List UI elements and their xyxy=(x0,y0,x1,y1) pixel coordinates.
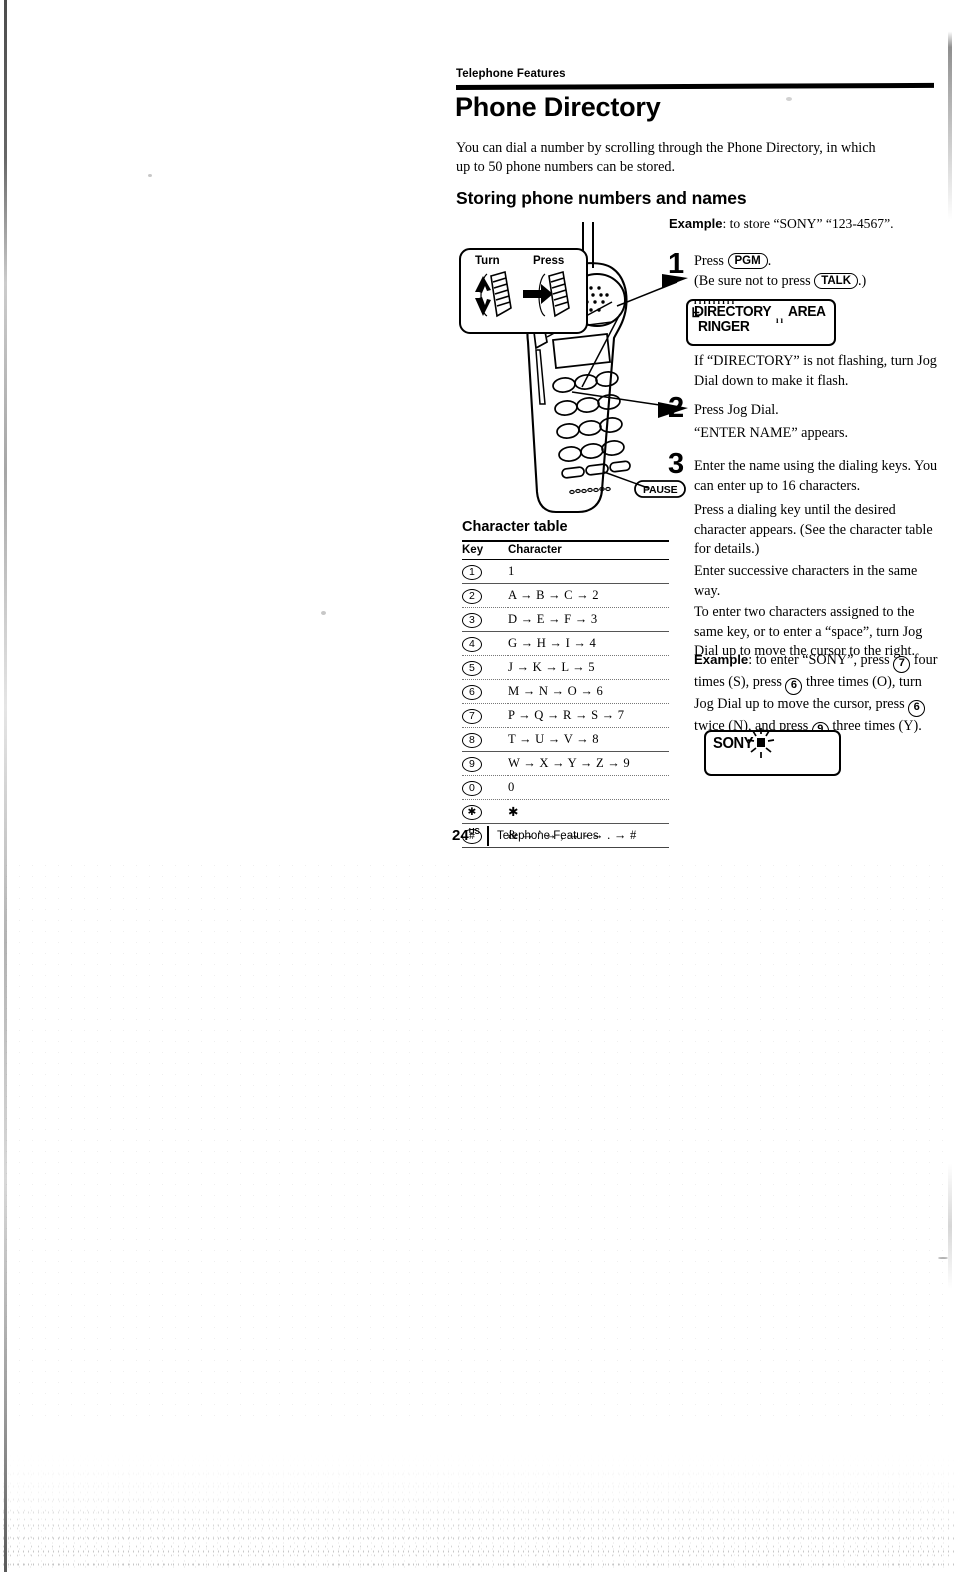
table-row: 00 xyxy=(462,776,669,800)
char-cell-star: ✱ xyxy=(508,804,519,819)
character-table-header-row: Key Character xyxy=(462,541,669,560)
step-1-note: If “DIRECTORY” is not flashing, turn Jog… xyxy=(694,353,937,389)
step-3-line1: Enter the name using the dialing keys. Y… xyxy=(694,458,938,494)
table-row: 8 T → U → V → 8 xyxy=(462,728,669,752)
key-cell-4: 4 xyxy=(462,636,482,652)
folio-superscript: US xyxy=(468,827,480,836)
key-6-circle-a: 6 xyxy=(785,678,803,695)
table-row: 11 xyxy=(462,560,669,584)
key-cell-7: 7 xyxy=(462,708,482,724)
column-header-key: Key xyxy=(462,544,484,556)
press-arrow xyxy=(523,284,553,304)
lcd-word-area: AREA xyxy=(788,303,826,320)
running-head: Telephone Features xyxy=(456,68,566,80)
char-cell-5: J → K → L → 5 xyxy=(508,660,595,674)
key-cell-0: 0 xyxy=(462,780,482,796)
step-1-line1-pre: Press xyxy=(694,253,728,269)
table-row: 6 M → N → O → 6 xyxy=(462,680,669,704)
step-1-number: 1 xyxy=(668,248,685,280)
scan-smudge xyxy=(786,97,792,101)
section-heading: Storing phone numbers and names xyxy=(456,188,747,208)
example-line: Example: to store “SONY” “123-4567”. xyxy=(669,216,894,232)
step-3-number: 3 xyxy=(668,448,685,480)
step-1-line2-post: .) xyxy=(858,272,867,289)
folio-number: 24US xyxy=(452,827,480,844)
jog-dial-callout: Turn Press xyxy=(459,248,588,334)
example-block-part5: three times (Y). xyxy=(828,718,922,734)
lcd-directory-display: ııııııııı DIRECTORY AREA RINGER ᖶ ıı xyxy=(686,296,836,346)
key-cell-3: 3 xyxy=(462,612,482,628)
flash-mark-left: ᖶ xyxy=(692,305,701,320)
example-text: : to store “SONY” “123-4567”. xyxy=(722,216,894,231)
scan-noise-bottom xyxy=(0,1452,954,1572)
table-row: 2 A → B → C → 2 xyxy=(462,584,669,608)
char-cell-9: W → X → Y → Z → 9 xyxy=(508,756,630,770)
table-row: 9 W → X → Y → Z → 9 xyxy=(462,752,669,776)
key-cell-2: 2 xyxy=(462,588,482,604)
keypad xyxy=(552,371,631,479)
callout-press-label: Press xyxy=(533,255,565,267)
lcd-word-ringer: RINGER xyxy=(698,318,750,335)
step-2-line1: Press Jog Dial. xyxy=(694,402,779,418)
step-1-line2-pre: (Be sure not to press xyxy=(694,272,815,289)
table-row: 3 D → E → F → 3 xyxy=(462,608,669,632)
example-block: Example: to enter “SONY”, press 7 four t… xyxy=(694,650,942,739)
char-cell-1: 1 xyxy=(508,564,515,578)
turn-arrows xyxy=(475,276,491,316)
scan-smudge xyxy=(938,1257,948,1259)
step-3-para-1: Press a dialing key until the desired ch… xyxy=(694,502,933,557)
folio-label: Telephone Features xyxy=(497,830,599,842)
table-row: 5 J → K → L → 5 xyxy=(462,656,669,680)
talk-key-pill: TALK xyxy=(814,272,858,289)
key-cell-9: 9 xyxy=(462,756,482,772)
column-header-character: Character xyxy=(508,544,562,556)
table-row: 4 G → H → I → 4 xyxy=(462,632,669,656)
key-cell-5: 5 xyxy=(462,660,482,676)
cursor-flash-icon xyxy=(747,728,775,758)
callout-turn-label: Turn xyxy=(475,255,500,267)
lcd-sony-display: SONY xyxy=(704,728,841,776)
char-cell-7: P → Q → R → S → 7 xyxy=(508,708,625,722)
step-1-line1-post: . xyxy=(767,253,772,269)
header-rule xyxy=(455,82,935,90)
character-table: Key Character 11 2A → B → C → 2 3D → E →… xyxy=(462,540,669,848)
key-cell-1: 1 xyxy=(462,564,482,580)
pgm-key-pill: PGM xyxy=(727,253,768,269)
step-2-line2: “ENTER NAME” appears. xyxy=(694,425,849,441)
key-cell-star: ✱ xyxy=(462,804,482,820)
char-cell-3: D → E → F → 3 xyxy=(508,612,598,626)
table-row: 7 P → Q → R → S → 7 xyxy=(462,704,669,728)
folio-number-text: 24 xyxy=(452,827,469,844)
step-1-text: Press PGM. (Be sure not to press TALK.) xyxy=(694,252,944,291)
scan-smudge xyxy=(321,611,326,615)
char-cell-0: 0 xyxy=(508,780,515,794)
char-cell-6: M → N → O → 6 xyxy=(508,684,603,698)
example-block-part1: : to enter “SONY”, press xyxy=(748,652,894,668)
microphone-holes xyxy=(569,486,611,495)
char-cell-8: T → U → V → 8 xyxy=(508,732,599,746)
scan-smudge xyxy=(148,174,152,177)
key-cell-8: 8 xyxy=(462,732,482,748)
page-title: Phone Directory xyxy=(455,92,661,122)
pause-label: PAUSE xyxy=(643,484,678,496)
flash-marks-bottom: ıı xyxy=(776,315,786,325)
folio-divider xyxy=(487,826,489,846)
key-7-circle: 7 xyxy=(893,656,911,673)
char-cell-2: A → B → C → 2 xyxy=(508,588,599,602)
character-table-title: Character table xyxy=(462,519,568,535)
key-6-circle-b: 6 xyxy=(908,700,926,717)
scan-noise-middle xyxy=(0,860,954,1420)
key-cell-6: 6 xyxy=(462,684,482,700)
intro-paragraph: You can dial a number by scrolling throu… xyxy=(456,140,876,175)
example-block-label: Example xyxy=(694,652,749,667)
table-row: ✱ ✱ xyxy=(462,800,669,824)
step-3-para-2: Enter successive characters in the same … xyxy=(694,563,918,599)
step-2-number: 2 xyxy=(668,392,685,424)
char-cell-4: G → H → I → 4 xyxy=(508,636,596,650)
